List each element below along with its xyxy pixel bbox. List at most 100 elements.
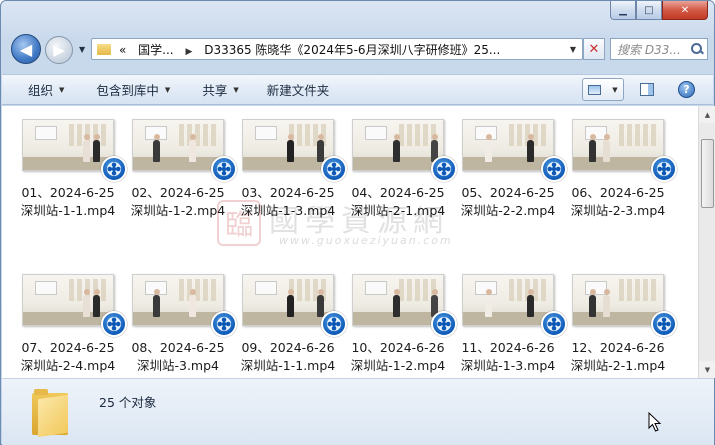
file-name: 09、2024-6-26 深圳站-1-1.mp4 bbox=[232, 339, 344, 375]
mouse-cursor-icon bbox=[648, 412, 662, 432]
breadcrumb-item-root[interactable]: 国学... bbox=[138, 43, 173, 57]
file-name: 12、2024-6-26 深圳站-2-1.mp4 bbox=[562, 339, 674, 375]
breadcrumb-overflow[interactable]: « bbox=[119, 43, 126, 57]
address-bar[interactable]: « 国学... ▶ D33365 陈晓华《2024年5-6月深圳八字研修班》25… bbox=[91, 38, 583, 60]
preview-pane-icon[interactable] bbox=[640, 83, 654, 96]
file-name-line1: 06、2024-6-25 bbox=[571, 185, 665, 200]
breadcrumb-item-current[interactable]: D33365 陈晓华《2024年5-6月深圳八字研修班》25... bbox=[204, 43, 500, 57]
scroll-down-button[interactable]: ▼ bbox=[699, 361, 715, 378]
file-name: 04、2024-6-25 深圳站-2-1.mp4 bbox=[342, 184, 454, 220]
command-bar: 组织 ▼ 包含到库中 ▼ 共享 ▼ 新建文件夹 ▼ ? bbox=[2, 74, 713, 105]
help-icon[interactable]: ? bbox=[678, 81, 695, 98]
file-name-line2: 深圳站-2-3.mp4 bbox=[570, 203, 666, 218]
maximize-button[interactable]: □ bbox=[636, 1, 662, 20]
close-icon: ✕ bbox=[588, 41, 600, 57]
file-name: 05、2024-6-25 深圳站-2-2.mp4 bbox=[452, 184, 564, 220]
folder-icon bbox=[32, 387, 68, 438]
file-name-line2: 深圳站-2-4.mp4 bbox=[20, 358, 116, 373]
media-player-icon bbox=[651, 156, 677, 182]
file-name-line2: 深圳站-1-1.mp4 bbox=[240, 358, 336, 373]
share-menu[interactable]: 共享 ▼ bbox=[202, 80, 238, 99]
vertical-scrollbar[interactable]: ▲ ▼ bbox=[698, 106, 715, 378]
chevron-down-icon: ▼ bbox=[164, 85, 171, 94]
video-thumbnail bbox=[242, 119, 334, 171]
video-thumbnail bbox=[462, 119, 554, 171]
stop-button[interactable]: ✕ bbox=[583, 38, 605, 60]
file-name-line1: 09、2024-6-26 bbox=[241, 340, 335, 355]
media-player-icon bbox=[101, 311, 127, 337]
file-name-line2: 深圳站-1-3.mp4 bbox=[460, 358, 556, 373]
navigation-bar: ◀ ▶ ▼ « 国学... ▶ D33365 陈晓华《2024年5-6月深圳八字… bbox=[9, 31, 708, 67]
file-name-line2: 深圳站-1-1.mp4 bbox=[20, 203, 116, 218]
caption-buttons: ▁ □ ✕ bbox=[610, 1, 708, 21]
file-name-line1: 11、2024-6-26 bbox=[461, 340, 555, 355]
details-pane: 25 个对象 bbox=[2, 378, 714, 445]
file-name-line2: 深圳站-1-3.mp4 bbox=[240, 203, 336, 218]
file-name-line1: 01、2024-6-25 bbox=[21, 185, 115, 200]
file-name-line2: 深圳站-2-2.mp4 bbox=[460, 203, 556, 218]
file-name-line2: 深圳站-1-2.mp4 bbox=[350, 358, 446, 373]
file-name: 07、2024-6-25 深圳站-2-4.mp4 bbox=[12, 339, 124, 375]
media-player-icon bbox=[321, 156, 347, 182]
forward-button[interactable]: ▶ bbox=[45, 36, 73, 64]
include-in-library-menu[interactable]: 包含到库中 ▼ bbox=[96, 80, 170, 99]
file-name: 10、2024-6-26 深圳站-1-2.mp4 bbox=[342, 339, 454, 375]
file-name-line1: 02、2024-6-25 bbox=[131, 185, 225, 200]
media-player-icon bbox=[651, 311, 677, 337]
close-button[interactable]: ✕ bbox=[662, 1, 708, 20]
search-placeholder: 搜索 D33... bbox=[617, 42, 681, 57]
file-name-line2: 深圳站-2-1.mp4 bbox=[570, 358, 666, 373]
media-player-icon bbox=[541, 311, 567, 337]
video-thumbnail bbox=[462, 274, 554, 326]
scroll-up-button[interactable]: ▲ bbox=[699, 106, 715, 123]
scroll-thumb[interactable] bbox=[701, 139, 714, 208]
media-player-icon bbox=[321, 311, 347, 337]
video-thumbnail bbox=[352, 119, 444, 171]
watermark-url: www.guoxueziyuan.com bbox=[279, 234, 453, 247]
media-player-icon bbox=[211, 156, 237, 182]
view-icon bbox=[588, 84, 602, 95]
file-name: 06、2024-6-25 深圳站-2-3.mp4 bbox=[562, 184, 674, 220]
video-thumbnail bbox=[572, 119, 664, 171]
explorer-window: ▁ □ ✕ ◀ ▶ ▼ « 国学... ▶ D33365 陈晓华《2024年5-… bbox=[0, 0, 715, 445]
breadcrumb: « 国学... ▶ D33365 陈晓华《2024年5-6月深圳八字研修班》25… bbox=[119, 41, 564, 58]
search-icon[interactable] bbox=[691, 43, 703, 55]
new-folder-button[interactable]: 新建文件夹 bbox=[267, 80, 330, 99]
arrow-right-icon: ▶ bbox=[53, 41, 65, 59]
file-name-line1: 04、2024-6-25 bbox=[351, 185, 445, 200]
file-name-line1: 10、2024-6-26 bbox=[351, 340, 445, 355]
file-name-line1: 03、2024-6-25 bbox=[241, 185, 335, 200]
file-name-line2: 深圳站-2-1.mp4 bbox=[350, 203, 446, 218]
video-thumbnail bbox=[132, 274, 224, 326]
file-name: 11、2024-6-26 深圳站-1-3.mp4 bbox=[452, 339, 564, 375]
minimize-button[interactable]: ▁ bbox=[610, 1, 636, 20]
chevron-down-icon: ▼ bbox=[233, 85, 239, 94]
address-dropdown[interactable]: ▼ bbox=[564, 45, 582, 54]
file-name-line2: 深圳站-3.mp4 bbox=[136, 358, 219, 373]
file-name-line1: 05、2024-6-25 bbox=[461, 185, 555, 200]
file-name: 08、2024-6-25 深圳站-3.mp4 bbox=[122, 339, 234, 375]
file-name-line1: 07、2024-6-25 bbox=[21, 340, 115, 355]
file-name-line1: 12、2024-6-26 bbox=[571, 340, 665, 355]
file-name-line2: 深圳站-1-2.mp4 bbox=[130, 203, 226, 218]
video-thumbnail bbox=[22, 119, 114, 171]
media-player-icon bbox=[211, 311, 237, 337]
search-input[interactable]: 搜索 D33... bbox=[610, 38, 708, 60]
media-player-icon bbox=[541, 156, 567, 182]
organize-menu[interactable]: 组织 ▼ bbox=[28, 80, 64, 99]
media-player-icon bbox=[431, 156, 457, 182]
recent-pages-dropdown[interactable]: ▼ bbox=[79, 45, 85, 54]
item-count: 25 个对象 bbox=[99, 395, 157, 410]
media-player-icon bbox=[431, 311, 457, 337]
chevron-right-icon[interactable]: ▶ bbox=[185, 47, 192, 57]
file-name: 03、2024-6-25 深圳站-1-3.mp4 bbox=[232, 184, 344, 220]
back-button[interactable]: ◀ bbox=[11, 34, 41, 64]
chevron-down-icon: ▼ bbox=[612, 85, 618, 94]
video-thumbnail bbox=[132, 119, 224, 171]
video-thumbnail bbox=[22, 274, 114, 326]
video-thumbnail bbox=[572, 274, 664, 326]
file-view[interactable]: 臨 國學資源網 www.guoxueziyuan.com 01、2024-6-2… bbox=[2, 106, 698, 378]
arrow-left-icon: ◀ bbox=[19, 39, 33, 59]
change-view-button[interactable]: ▼ bbox=[582, 78, 624, 101]
file-name: 02、2024-6-25 深圳站-1-2.mp4 bbox=[122, 184, 234, 220]
